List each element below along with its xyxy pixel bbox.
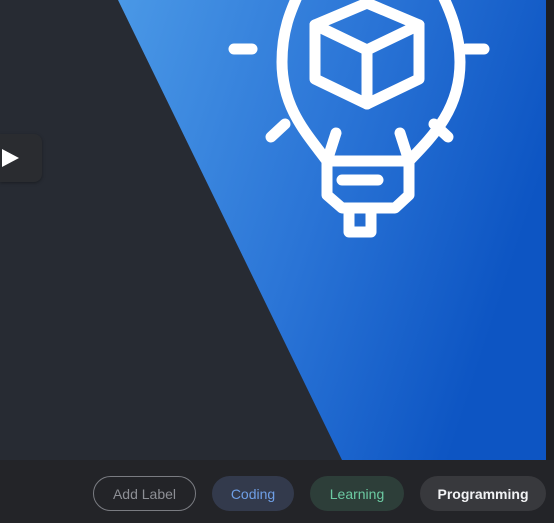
label-chip-programming[interactable]: Programming <box>420 476 546 511</box>
scrollbar-gutter <box>546 0 554 460</box>
label-chip-coding[interactable]: Coding <box>212 476 294 511</box>
label-chip-text: Learning <box>329 485 385 502</box>
play-button[interactable] <box>0 134 42 182</box>
label-chip-text: Coding <box>230 485 276 502</box>
add-label-text: Add Label <box>112 485 177 502</box>
thumbnail-artwork <box>0 0 546 460</box>
add-label-button[interactable]: Add Label <box>93 476 196 511</box>
video-thumbnail[interactable] <box>0 0 546 460</box>
label-bar: Add Label Coding Learning Programming <box>0 460 554 523</box>
label-chip-text: Programming <box>437 485 529 502</box>
label-chip-learning[interactable]: Learning <box>310 476 404 511</box>
play-icon <box>0 148 20 168</box>
video-card: Add Label Coding Learning Programming <box>0 0 554 523</box>
